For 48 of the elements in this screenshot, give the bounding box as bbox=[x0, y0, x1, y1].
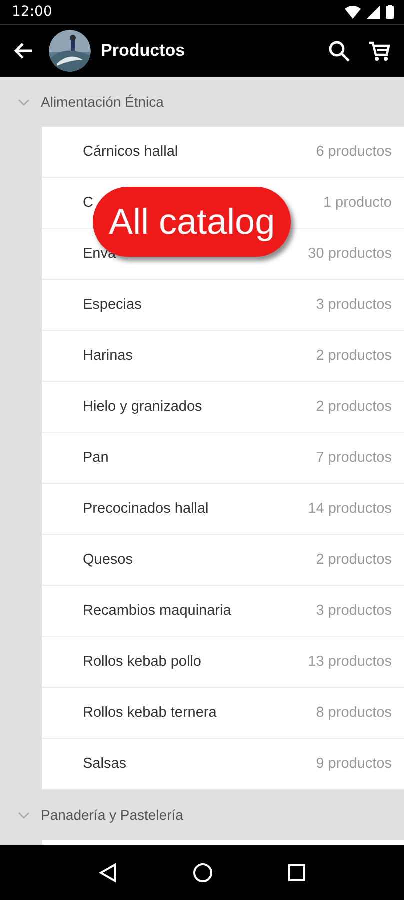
product-count: 7 productos bbox=[316, 450, 392, 466]
category-name: Hielo y granizados bbox=[83, 399, 202, 415]
category-row[interactable]: Quesos 2 productos bbox=[42, 535, 404, 586]
category-row[interactable]: Cárnicos hallal 6 productos bbox=[42, 127, 404, 178]
category-row[interactable]: Recambios maquinaria 3 productos bbox=[42, 586, 404, 637]
product-count: 6 productos bbox=[316, 144, 392, 160]
category-row[interactable]: Especias 3 productos bbox=[42, 280, 404, 331]
category-name: Pan bbox=[83, 450, 109, 466]
category-row[interactable]: Hielo y granizados 2 productos bbox=[42, 382, 404, 433]
back-arrow-icon[interactable] bbox=[13, 42, 33, 60]
product-count: 2 productos bbox=[316, 348, 392, 364]
cart-icon[interactable] bbox=[368, 40, 390, 62]
product-count: 30 productos bbox=[308, 246, 392, 262]
category-name: Recambios maquinaria bbox=[83, 603, 232, 619]
category-row[interactable]: Rollos kebab ternera 8 productos bbox=[42, 688, 404, 739]
category-name: Precocinados hallal bbox=[83, 501, 209, 517]
search-icon[interactable] bbox=[328, 40, 350, 62]
category-row[interactable]: Rollos kebab pollo 13 productos bbox=[42, 637, 404, 688]
category-title: Panadería y Pastelería bbox=[41, 807, 184, 823]
product-count: 3 productos bbox=[316, 297, 392, 313]
category-row[interactable]: Harinas 2 productos bbox=[42, 331, 404, 382]
category-row[interactable]: Precocinados hallal 14 productos bbox=[42, 484, 404, 535]
category-row[interactable]: Pan 7 productos bbox=[42, 433, 404, 484]
category-name: Quesos bbox=[83, 552, 133, 568]
product-count: 8 productos bbox=[316, 705, 392, 721]
product-count: 1 producto bbox=[323, 195, 392, 211]
category-name: Harinas bbox=[83, 348, 133, 364]
screen-title: Productos bbox=[101, 41, 186, 61]
category-title: Alimentación Étnica bbox=[41, 94, 164, 110]
product-count: 9 productos bbox=[316, 756, 392, 772]
battery-icon bbox=[386, 5, 394, 19]
home-circle-icon[interactable] bbox=[192, 862, 213, 882]
product-count: 2 productos bbox=[316, 399, 392, 415]
category-name: Salsas bbox=[83, 756, 127, 772]
product-count: 13 productos bbox=[308, 654, 392, 670]
category-name: C bbox=[83, 195, 94, 211]
category-name: Especias bbox=[83, 297, 142, 313]
recents-square-icon[interactable] bbox=[288, 864, 306, 882]
product-count: 14 productos bbox=[308, 501, 392, 517]
wifi-icon bbox=[345, 6, 361, 18]
signal-icon bbox=[367, 6, 380, 18]
category-name: Rollos kebab pollo bbox=[83, 654, 202, 670]
clock-time: 12:00 bbox=[12, 4, 52, 20]
product-count: 2 productos bbox=[316, 552, 392, 568]
back-triangle-icon[interactable] bbox=[98, 862, 118, 882]
category-name: Rollos kebab ternera bbox=[83, 705, 217, 721]
category-name: Cárnicos hallal bbox=[83, 144, 178, 160]
product-count: 3 productos bbox=[316, 603, 392, 619]
